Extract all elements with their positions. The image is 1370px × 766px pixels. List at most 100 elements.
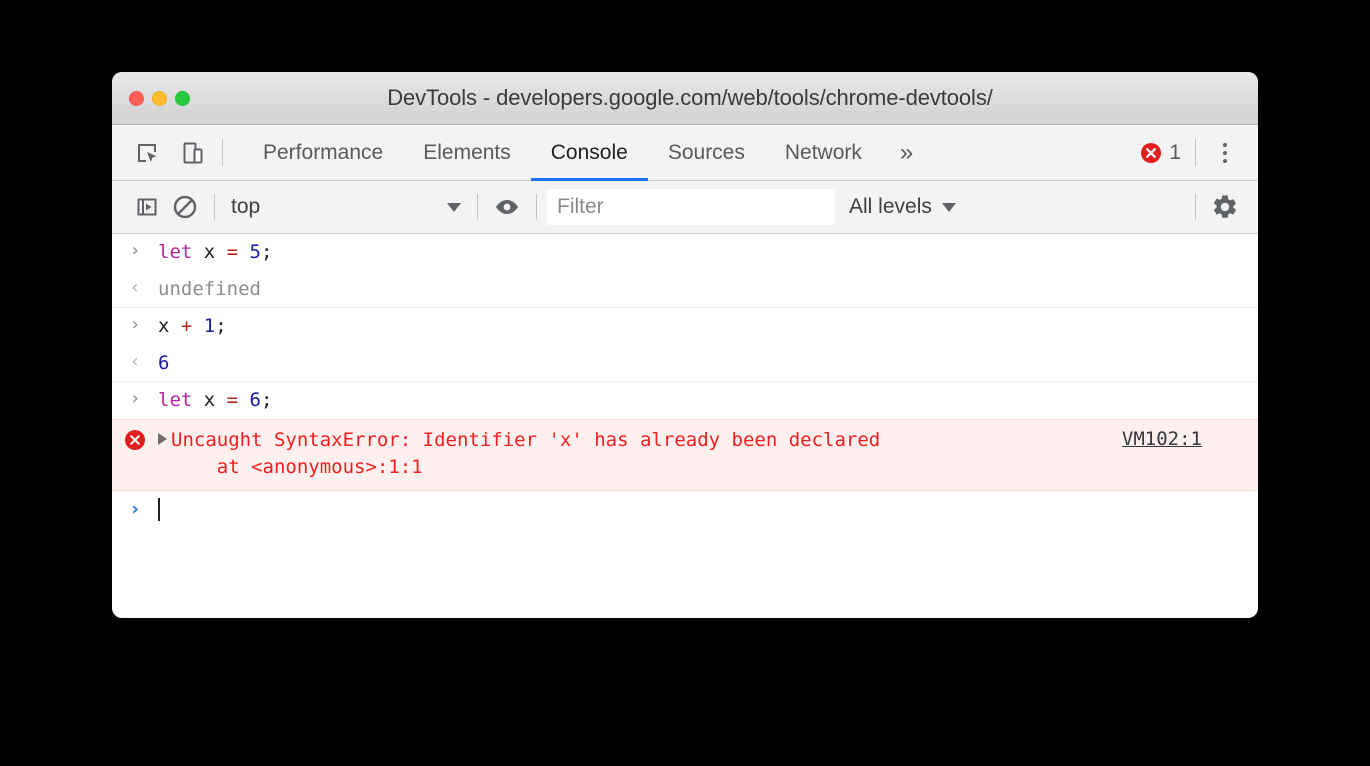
close-x-icon [130, 435, 140, 445]
device-toolbar-button[interactable] [174, 134, 212, 172]
code-token-punctuation: ; [215, 315, 227, 338]
console-row-gutter: › [112, 239, 158, 263]
sidebar-panel-icon [137, 198, 157, 216]
console-filter-toolbar: top All levels [112, 181, 1258, 234]
console-output-value: 6 [158, 351, 170, 374]
execution-context-select[interactable]: top [225, 195, 467, 219]
inspect-element-button[interactable] [128, 134, 166, 172]
panel-tabs: Performance Elements Console Sources Net… [243, 125, 931, 181]
expand-error-triangle-icon[interactable] [158, 432, 167, 445]
code-token-number: 5 [249, 241, 261, 263]
inspect-element-icon [138, 143, 157, 162]
code-token-operator: + [180, 315, 204, 338]
code-token-identifier: x [203, 241, 227, 263]
code-token-punctuation: ; [261, 389, 273, 412]
prompt-arrow-icon: › [129, 497, 141, 520]
window-title: DevTools - developers.google.com/web/too… [387, 85, 993, 110]
console-input-row[interactable]: › x + 1; [112, 308, 1258, 345]
chevron-down-icon [447, 202, 461, 212]
console-error-message-line1: Uncaught SyntaxError: Identifier 'x' has… [171, 428, 881, 451]
console-row-gutter: › [112, 313, 158, 337]
devtools-window: DevTools - developers.google.com/web/too… [112, 72, 1258, 618]
console-error-row[interactable]: Uncaught SyntaxError: Identifier 'x' has… [112, 418, 1258, 491]
tab-sources-label: Sources [667, 140, 745, 164]
toolbar-divider [222, 139, 223, 166]
filter-divider-4 [1195, 194, 1196, 220]
code-token-identifier: x [158, 315, 181, 338]
tab-sources[interactable]: Sources [648, 125, 765, 180]
error-count-label: 1 [1169, 140, 1181, 164]
eye-icon [496, 200, 518, 214]
console-input-text: let x = 6; [158, 387, 1258, 414]
console-row-gutter: › [112, 387, 158, 411]
error-circle-icon [125, 429, 145, 450]
console-settings-button[interactable] [1206, 188, 1244, 226]
code-token-keyword: let [158, 241, 204, 263]
code-token-keyword: let [158, 389, 204, 412]
console-prompt-row[interactable]: › [112, 491, 1258, 528]
title-bar: DevTools - developers.google.com/web/too… [112, 72, 1258, 125]
vertical-dots-icon [1223, 158, 1227, 163]
filter-divider-1 [214, 194, 215, 220]
code-token-punctuation: ; [261, 241, 273, 263]
console-input-row[interactable]: › let x = 5; [112, 234, 1258, 271]
log-level-value: All levels [849, 195, 932, 218]
code-token-identifier: x [203, 389, 227, 412]
tab-performance-label: Performance [263, 140, 384, 164]
tab-network[interactable]: Network [765, 125, 882, 180]
console-output-row[interactable]: ‹ undefined [112, 271, 1258, 309]
tab-elements[interactable]: Elements [403, 125, 531, 180]
error-circle-icon [1141, 142, 1162, 163]
filter-divider-3 [536, 194, 537, 220]
vertical-dots-icon [1223, 150, 1227, 155]
device-toolbar-icon [183, 142, 203, 163]
console-error-source-link[interactable]: VM102:1 [1122, 428, 1202, 450]
code-token-number: 6 [249, 389, 261, 412]
code-token-operator: = [226, 241, 250, 263]
console-output-row[interactable]: ‹ 6 [112, 345, 1258, 383]
console-input-text: let x = 5; [158, 239, 1258, 266]
tab-network-label: Network [784, 140, 862, 164]
console-sidebar-toggle-button[interactable] [128, 188, 166, 226]
console-error-message-line2: at <anonymous>:1:1 [171, 455, 423, 478]
console-input-row[interactable]: › let x = 6; [112, 382, 1258, 419]
input-arrow-icon: › [129, 240, 141, 261]
output-arrow-icon: ‹ [129, 350, 141, 372]
vertical-dots-icon [1223, 142, 1227, 147]
chevron-double-right-icon: » [899, 138, 914, 166]
tab-console[interactable]: Console [530, 125, 648, 181]
text-cursor [158, 497, 160, 521]
main-toolbar: Performance Elements Console Sources Net… [112, 125, 1258, 181]
devtools-menu-button[interactable] [1206, 134, 1244, 172]
toolbar-divider-right [1195, 139, 1196, 166]
console-message-list[interactable]: › let x = 5; ‹ undefined › x + 1; ‹ 6 › … [112, 234, 1258, 566]
console-input-text: x + 1; [158, 313, 1258, 340]
more-tabs-button[interactable]: » [882, 125, 931, 180]
tab-performance[interactable]: Performance [243, 125, 403, 180]
clear-console-icon [173, 195, 197, 219]
input-arrow-icon: › [129, 314, 141, 336]
maximize-button[interactable] [175, 90, 190, 106]
gear-icon [1214, 195, 1236, 218]
console-filter-input[interactable] [547, 189, 835, 225]
output-arrow-icon: ‹ [129, 276, 141, 298]
tab-elements-label: Elements [423, 140, 511, 164]
toolbar-right-group: 1 [1132, 125, 1258, 180]
minimize-button[interactable] [152, 90, 167, 106]
filter-right-group [1185, 188, 1258, 226]
console-error-gutter [112, 427, 158, 450]
log-level-select[interactable]: All levels [835, 195, 970, 219]
error-count-badge[interactable]: 1 [1132, 141, 1189, 165]
code-token-operator: = [226, 389, 250, 412]
traffic-lights [112, 90, 190, 106]
filter-divider-2 [477, 194, 478, 220]
console-row-gutter: ‹ [112, 350, 158, 374]
live-expression-button[interactable] [488, 188, 526, 226]
console-row-gutter: ‹ [112, 276, 158, 300]
code-token-number: 1 [203, 315, 216, 338]
close-button[interactable] [129, 90, 144, 106]
execution-context-value: top [231, 195, 261, 218]
clear-console-button[interactable] [166, 188, 204, 226]
input-arrow-icon: › [129, 388, 141, 410]
toolbar-icon-group [112, 125, 212, 180]
